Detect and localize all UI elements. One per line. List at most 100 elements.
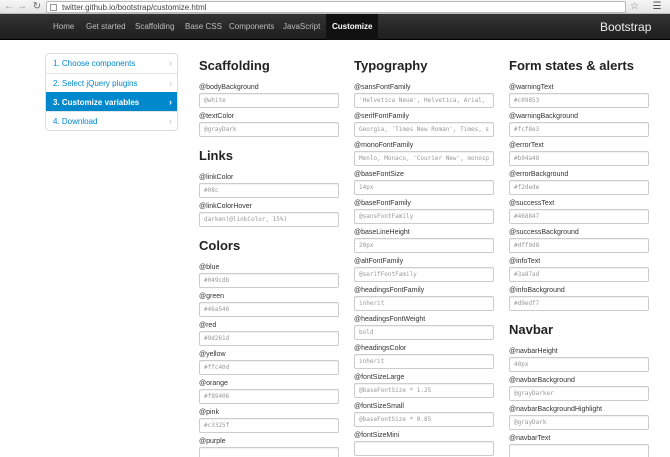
step-label: 2. Select jQuery plugins <box>53 79 138 88</box>
column-2: Typography @sansFontFamily @serifFontFami… <box>354 56 499 456</box>
address-bar[interactable]: twitter.github.io/bootstrap/customize.ht… <box>46 1 626 13</box>
chevron-right-icon: › <box>169 116 172 126</box>
variable-label: @navbarText <box>509 435 551 442</box>
step-choose-components[interactable]: 1. Choose components › <box>46 54 177 73</box>
variable-input[interactable] <box>509 267 649 282</box>
nav-link-get-started[interactable]: Get started <box>86 14 126 40</box>
var-group: @blue @green @red @yellow @orange @pink @purpl… <box>199 262 344 457</box>
step-select-plugins[interactable]: 2. Select jQuery plugins › <box>46 73 177 92</box>
variable-label: @baseLineHeight <box>354 229 410 236</box>
variable-input[interactable] <box>509 357 649 372</box>
step-label: 3. Customize variables <box>53 98 140 107</box>
nav-link-components[interactable]: Components <box>229 14 274 40</box>
reload-icon[interactable]: ↻ <box>31 1 43 13</box>
variable-input[interactable] <box>199 418 339 433</box>
nav-link-base-css[interactable]: Base CSS <box>185 14 222 40</box>
variable-label: @warningBackground <box>509 113 578 120</box>
var-group: @linkColor @linkColorHover <box>199 172 344 227</box>
nav-link-scaffolding[interactable]: Scaffolding <box>135 14 174 40</box>
variable-input[interactable] <box>354 267 494 282</box>
variable-label: @errorText <box>509 142 544 149</box>
variable-input[interactable] <box>199 331 339 346</box>
variable-label: @infoBackground <box>509 287 565 294</box>
variable-input[interactable] <box>354 238 494 253</box>
variable-input[interactable] <box>354 122 494 137</box>
var-group: @navbarHeight @navbarBackground @navbarBac… <box>509 346 654 457</box>
variable-input[interactable] <box>509 180 649 195</box>
variable-label: @monoFontFamily <box>354 142 414 149</box>
var-group: @warningText @warningBackground @errorText… <box>509 82 654 311</box>
browser-toolbar: ← → ↻ twitter.github.io/bootstrap/custom… <box>0 0 670 14</box>
menu-icon[interactable]: ☰ <box>650 1 664 13</box>
chevron-right-icon: › <box>169 78 172 88</box>
var-group: @bodyBackground @textColor <box>199 82 344 137</box>
variable-input[interactable] <box>354 325 494 340</box>
variable-input[interactable] <box>509 415 649 430</box>
variable-input[interactable] <box>354 151 494 166</box>
column-3: Form states & alerts @warningText@warnin… <box>509 56 654 457</box>
variable-label: @baseFontFamily <box>354 200 411 207</box>
page-icon <box>50 4 57 11</box>
variable-input[interactable] <box>509 122 649 137</box>
variable-input[interactable] <box>199 183 339 198</box>
variable-input[interactable] <box>509 151 649 166</box>
variable-label: @purple <box>199 438 226 445</box>
nav-link-customize[interactable]: Customize <box>326 14 379 40</box>
chevron-right-icon: › <box>169 97 172 107</box>
nav-link-home[interactable]: Home <box>53 14 74 40</box>
variable-input[interactable] <box>354 441 494 456</box>
variable-label: @headingsFontWeight <box>354 316 426 323</box>
variable-label: @sansFontFamily <box>354 84 411 91</box>
column-1: Scaffolding @bodyBackground @textColor Li… <box>199 56 344 457</box>
variable-input[interactable] <box>509 296 649 311</box>
variable-input[interactable] <box>509 209 649 224</box>
variable-input[interactable] <box>199 360 339 375</box>
variable-label: @navbarHeight <box>509 348 558 355</box>
variable-input[interactable] <box>509 386 649 401</box>
site-navbar: Home Get started Scaffolding Base CSS Co… <box>0 14 670 40</box>
variable-label: @altFontFamily <box>354 258 404 265</box>
section-title-colors: Colors <box>199 238 241 253</box>
section-title-navbar: Navbar <box>509 322 554 337</box>
step-customize-variables[interactable]: 3. Customize variables › <box>46 92 177 111</box>
bookmark-star-icon[interactable]: ☆ <box>630 1 639 13</box>
back-arrow-icon[interactable]: ← <box>4 2 14 12</box>
variable-input[interactable] <box>199 212 339 227</box>
variable-input[interactable] <box>354 296 494 311</box>
nav-link-javascript[interactable]: JavaScript <box>283 14 320 40</box>
variable-label: @headingsFontFamily <box>354 287 425 294</box>
variable-label: @navbarBackgroundHighlight <box>509 406 603 413</box>
variable-input[interactable] <box>354 93 494 108</box>
variable-input[interactable] <box>509 444 649 457</box>
variable-label: @serifFontFamily <box>354 113 409 120</box>
variable-label: @yellow <box>199 351 226 358</box>
variable-label: @successText <box>509 200 555 207</box>
variable-input[interactable] <box>199 273 339 288</box>
variable-label: @fontSizeMini <box>354 432 400 439</box>
forward-arrow-icon[interactable]: → <box>17 2 27 12</box>
variable-input[interactable] <box>354 412 494 427</box>
variable-input[interactable] <box>509 238 649 253</box>
variable-label: @orange <box>199 380 228 387</box>
steps-sidebar: 1. Choose components › 2. Select jQuery p… <box>45 53 178 131</box>
section-title-typography: Typography <box>354 58 428 73</box>
variable-input[interactable] <box>199 302 339 317</box>
variable-label: @pink <box>199 409 219 416</box>
variable-input[interactable] <box>354 383 494 398</box>
section-title-scaffolding: Scaffolding <box>199 58 270 73</box>
variable-label: @red <box>199 322 217 329</box>
variable-input[interactable] <box>354 354 494 369</box>
step-download[interactable]: 4. Download › <box>46 111 177 130</box>
variable-label: @warningText <box>509 84 554 91</box>
variable-input[interactable] <box>354 180 494 195</box>
brand-logo[interactable]: Bootstrap <box>600 14 651 40</box>
variable-input[interactable] <box>199 447 339 457</box>
variable-label: @textColor <box>199 113 235 120</box>
variable-label: @fontSizeLarge <box>354 374 405 381</box>
variable-input[interactable] <box>199 122 339 137</box>
variable-input[interactable] <box>199 389 339 404</box>
variable-input[interactable] <box>509 93 649 108</box>
variable-input[interactable] <box>199 93 339 108</box>
variable-input[interactable] <box>354 209 494 224</box>
variable-label: @headingsColor <box>354 345 407 352</box>
